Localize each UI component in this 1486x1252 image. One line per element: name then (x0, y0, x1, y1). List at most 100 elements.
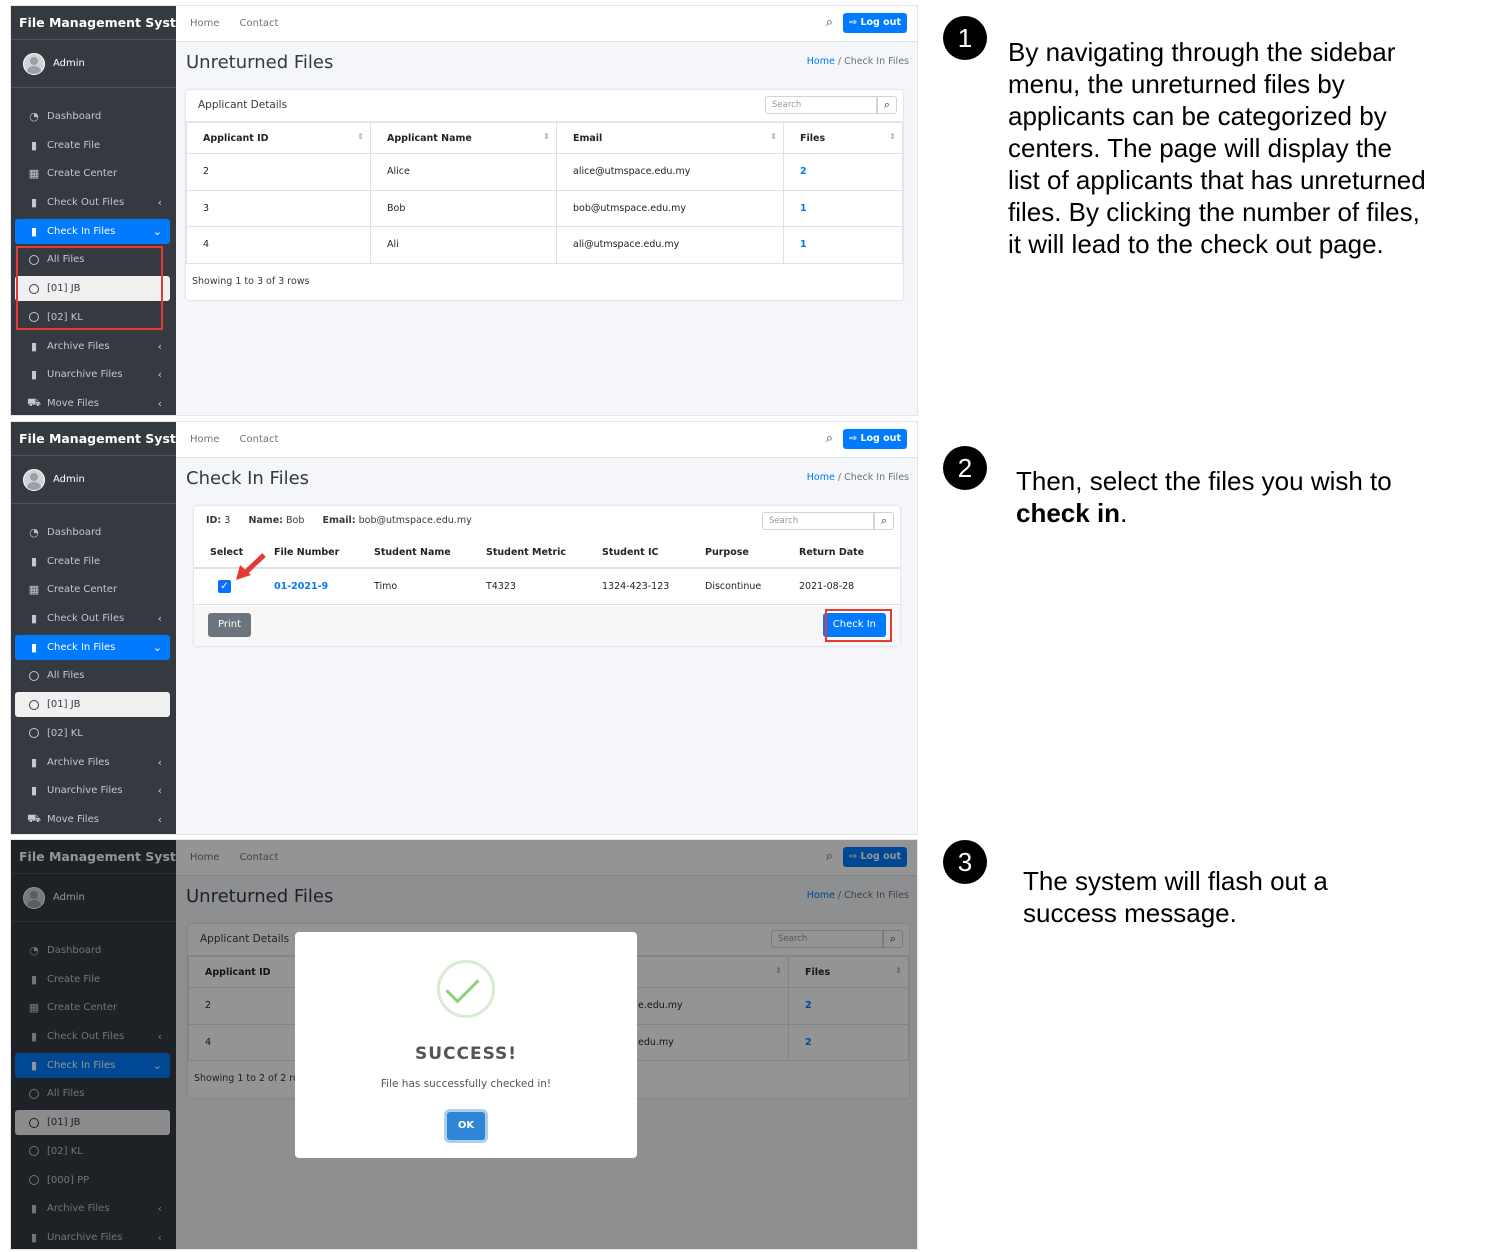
brand-title: File Management System (11, 6, 197, 40)
column-header[interactable]: Files ⇕ (783, 122, 903, 154)
breadcrumb-home[interactable]: Home (807, 472, 835, 483)
nav-contact-link[interactable]: Contact (240, 18, 279, 29)
sidebar-item-dashboard[interactable]: ◔ Dashboard (15, 520, 170, 545)
cell-student-ic: 1324-423-123 (586, 568, 689, 605)
dashboard-icon: ◔ (29, 526, 39, 539)
modal-title: SUCCESS! (414, 1044, 518, 1064)
user-panel[interactable]: Admin (11, 456, 176, 504)
chevron-left-icon: ‹ (157, 812, 162, 826)
files-count-link[interactable]: 2 (783, 153, 903, 191)
step-2-description: Then, select the files you wish to check… (1016, 466, 1392, 528)
sort-icon: ⇕ (889, 132, 896, 141)
file-export-icon: ▮ (30, 612, 38, 626)
table-row: 4 Ali ali@utmspace.edu.my 1 (186, 226, 903, 264)
highlight-box (16, 246, 163, 330)
files-table: Select File Number Student Name Student … (194, 538, 900, 605)
breadcrumb: Home / Check In Files (807, 472, 909, 483)
search-icon[interactable]: ⌕ (826, 15, 833, 30)
logout-button[interactable]: ⇨ Log out (843, 13, 907, 33)
search-icon[interactable]: ⌕ (877, 96, 897, 114)
sidebar-item-jb[interactable]: [01] JB (15, 692, 170, 718)
ok-button[interactable]: OK (447, 1112, 485, 1140)
nav-home-link[interactable]: Home (190, 434, 220, 445)
cell-student-name: Timo (358, 568, 470, 605)
search-input[interactable]: Search (762, 512, 874, 530)
sidebar-item-create-center[interactable]: ▦ Create Center (15, 577, 170, 602)
sidebar-item-archive-files[interactable]: ▮ Archive Files ‹ (15, 334, 170, 359)
files-count-link[interactable]: 1 (783, 189, 903, 227)
cell-purpose: Discontinue (689, 568, 783, 605)
search-icon[interactable]: ⌕ (874, 512, 894, 530)
sidebar-item-dashboard[interactable]: ◔ Dashboard (15, 104, 170, 129)
sidebar-item-check-in-files[interactable]: ▮ Check In Files ⌄ (15, 634, 170, 660)
sidebar-item-move-files[interactable]: ⛟ Move Files ‹ (15, 391, 170, 415)
user-panel[interactable]: Admin (11, 40, 176, 88)
breadcrumb: Home / Check In Files (807, 56, 909, 67)
step-3-description: The system will flash out a success mess… (1023, 866, 1328, 928)
step-1-description: By navigating through the sidebar menu, … (1008, 37, 1426, 259)
chevron-down-icon: ⌄ (152, 640, 162, 654)
cell-id: 3 (186, 189, 371, 227)
nav-contact-link[interactable]: Contact (240, 434, 279, 445)
cell-id: 4 (186, 226, 371, 264)
sidebar-item-label: Check In Files (47, 641, 116, 653)
sidebar-item-label: Move Files (47, 813, 99, 825)
unarchive-icon: ▮ (30, 784, 38, 798)
success-check-icon (437, 960, 495, 1018)
sidebar-item-create-file[interactable]: ▮ Create File (15, 549, 170, 574)
sidebar-item-label: [01] JB (47, 699, 81, 711)
sidebar-item-label: Create File (47, 555, 101, 567)
chevron-left-icon: ‹ (157, 196, 162, 210)
sidebar-item-kl[interactable]: [02] KL (15, 721, 170, 746)
search-input[interactable]: Search (765, 96, 877, 114)
card-footer: Print Check In (194, 606, 900, 646)
file-export-icon: ▮ (30, 196, 38, 210)
sidebar: File Management System Admin ◔ Dashboard … (11, 422, 197, 834)
sidebar-item-label: Dashboard (47, 527, 102, 538)
column-header[interactable]: Applicant Name ⇕ (370, 122, 557, 154)
sidebar-item-create-center[interactable]: ▦ Create Center (15, 161, 170, 186)
step-number-3: 3 (943, 840, 987, 884)
sidebar-item-create-file[interactable]: ▮ Create File (15, 133, 170, 158)
sidebar-item-archive-files[interactable]: ▮ Archive Files ‹ (15, 750, 170, 775)
sidebar-item-check-out-files[interactable]: ▮ Check Out Files ‹ (15, 190, 170, 215)
sidebar-item-all-files[interactable]: All Files (15, 663, 170, 688)
file-number-link[interactable]: 01-2021-9 (258, 568, 358, 605)
sidebar-item-unarchive-files[interactable]: ▮ Unarchive Files ‹ (15, 778, 170, 803)
cell-name: Ali (370, 226, 557, 264)
select-checkbox[interactable]: ✓ (218, 579, 231, 593)
sidebar: File Management System Admin ◔ Dashboard … (11, 6, 197, 415)
applicant-table: Applicant ID ⇕ Applicant Name ⇕ Email ⇕ Fil… (186, 122, 903, 264)
column-header[interactable]: Applicant ID ⇕ (186, 122, 371, 154)
topbar: Home Contact ⌕ ⇨ Log out (176, 6, 917, 42)
sidebar-item-label: Unarchive Files (47, 785, 123, 797)
building-icon: ▦ (28, 583, 40, 597)
sidebar-item-label: Check In Files (47, 225, 116, 237)
screenshot-success-modal: File Management System Admin ◔ Dashboard … (10, 839, 918, 1250)
sort-icon: ⇕ (543, 132, 550, 141)
page-title: Check In Files (186, 468, 310, 489)
cell-email: bob@utmspace.edu.my (556, 189, 784, 227)
search-icon[interactable]: ⌕ (826, 431, 833, 446)
circle-icon (29, 670, 39, 681)
print-button[interactable]: Print (208, 613, 252, 637)
logout-button[interactable]: ⇨ Log out (843, 429, 907, 449)
sidebar-item-check-in-files[interactable]: ▮ Check In Files ⌄ (15, 218, 170, 244)
column-header[interactable]: Email ⇕ (556, 122, 784, 154)
chevron-down-icon: ⌄ (152, 224, 162, 238)
files-count-link[interactable]: 1 (783, 226, 903, 264)
breadcrumb-home[interactable]: Home (807, 56, 835, 67)
sidebar-item-move-files[interactable]: ⛟ Move Files ‹ (15, 807, 170, 832)
archive-icon: ▮ (30, 339, 38, 353)
nav-home-link[interactable]: Home (190, 18, 220, 29)
sidebar-item-check-out-files[interactable]: ▮ Check Out Files ‹ (15, 606, 170, 631)
archive-icon: ▮ (30, 755, 38, 769)
logout-label: Log out (860, 17, 901, 28)
table-header-row: Select File Number Student Name Student … (194, 538, 900, 569)
sidebar-item-label: [02] KL (47, 727, 83, 739)
file-icon: ▮ (30, 138, 38, 152)
applicant-card: Applicant Details Search ⌕ Applicant ID ⇕… (186, 90, 903, 300)
logout-label: Log out (860, 433, 901, 444)
circle-icon (29, 728, 39, 739)
sidebar-item-unarchive-files[interactable]: ▮ Unarchive Files ‹ (15, 362, 170, 387)
